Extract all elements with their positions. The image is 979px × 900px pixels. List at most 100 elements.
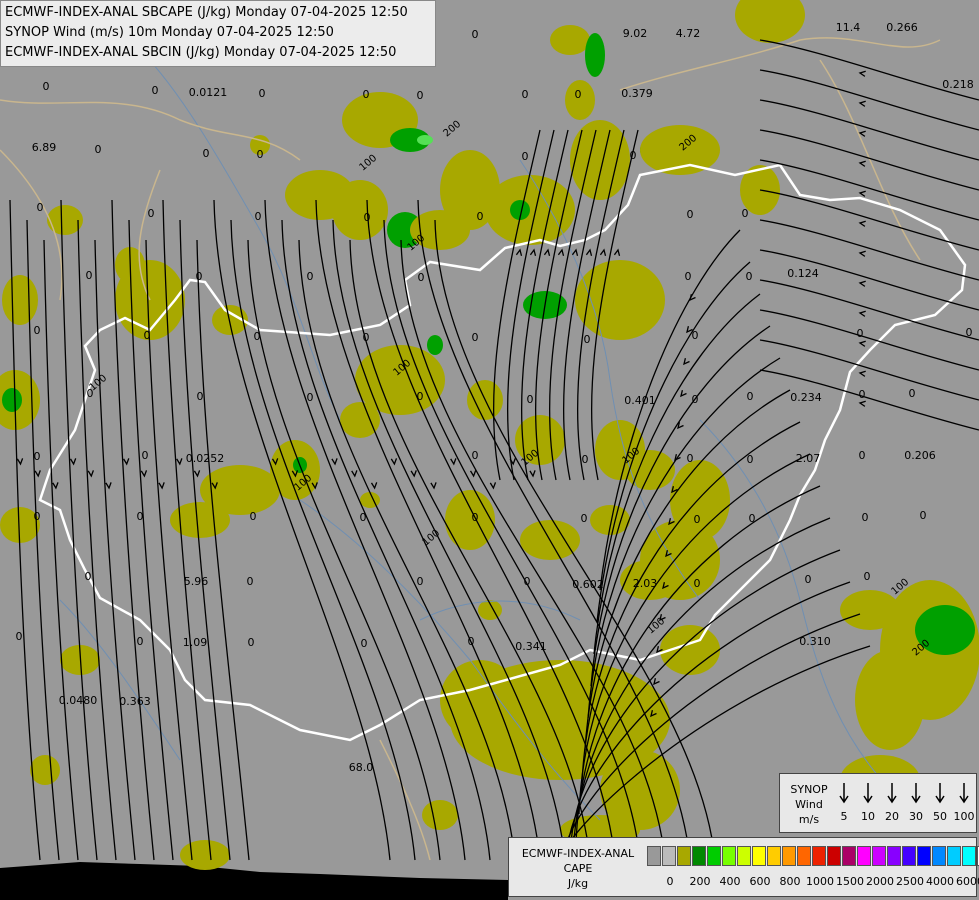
wind-legend: SYNOP Wind m/s 5 10 20 30 50 100 (779, 773, 977, 833)
cape-legend-ticks: 0 200 400 600 800 100015002000250040006000 (647, 875, 979, 889)
station-value: 0 (584, 333, 591, 346)
cape-legend-swatch (962, 846, 976, 866)
station-value: 0 (361, 637, 368, 650)
station-value: 0 (527, 393, 534, 406)
station-value: 0 (137, 635, 144, 648)
cape-legend-tick: 600 (749, 875, 771, 888)
station-value: 5.96 (184, 575, 209, 588)
wind-legend-value: 30 (909, 810, 923, 823)
cape-area (30, 755, 60, 785)
cape-legend-swatch (782, 846, 796, 866)
station-value: 0 (472, 449, 479, 462)
cape-area (585, 33, 605, 77)
cape-legend-tick: 200 (689, 875, 711, 888)
station-value: 11.4 (836, 21, 861, 34)
station-value: 0 (197, 390, 204, 403)
station-value: 0 (862, 511, 869, 524)
station-value: 0 (254, 330, 261, 343)
station-value: 6.89 (32, 141, 57, 154)
station-value: 0.124 (787, 267, 819, 280)
station-value: 0 (247, 575, 254, 588)
cape-legend-swatch (887, 846, 901, 866)
station-value: 0.602 (572, 578, 604, 591)
station-value: 0 (307, 391, 314, 404)
cape-legend-swatch (752, 846, 766, 866)
station-value: 0 (749, 512, 756, 525)
station-value: 0.401 (624, 394, 656, 407)
wind-legend-arrow (887, 783, 897, 804)
station-value: 0 (34, 324, 41, 337)
station-value: 0 (86, 269, 93, 282)
station-value: 0.0252 (186, 452, 225, 465)
station-value: 0 (152, 84, 159, 97)
wind-legend-arrow (959, 783, 969, 804)
station-value: 0 (144, 329, 151, 342)
station-value: 0 (524, 575, 531, 588)
cape-area (2, 275, 38, 325)
station-value: 0 (257, 148, 264, 161)
station-value: 0 (142, 449, 149, 462)
station-value: 0 (920, 509, 927, 522)
cape-legend-swatch (827, 846, 841, 866)
cape-legend-title: ECMWF-INDEX-ANAL CAPE J/kg (521, 847, 635, 890)
station-value: 0 (417, 89, 424, 102)
station-value: 0 (966, 326, 973, 339)
cape-area (570, 120, 630, 200)
cape-legend-swatch (767, 846, 781, 866)
station-value: 0 (909, 387, 916, 400)
station-value: 0.341 (515, 640, 547, 653)
cape-legend-swatch (842, 846, 856, 866)
cape-area (840, 590, 900, 630)
station-value: 0 (364, 211, 371, 224)
station-value: 4.72 (676, 27, 701, 40)
station-value: 0 (742, 207, 749, 220)
cape-area (332, 180, 388, 240)
cape-legend-swatch (692, 846, 706, 866)
cape-legend-tick: 6000 (956, 875, 979, 888)
cape-legend-swatch (722, 846, 736, 866)
station-value: 0 (575, 88, 582, 101)
station-value: 0.0121 (189, 86, 228, 99)
station-value: 0.363 (119, 695, 151, 708)
station-value: 0.379 (621, 87, 653, 100)
station-value: 0 (747, 453, 754, 466)
station-value: 0 (417, 390, 424, 403)
station-value: 68.0 (349, 761, 374, 774)
station-value: 0 (857, 327, 864, 340)
station-value: 0 (692, 329, 699, 342)
wind-legend-values: 5 10 20 30 50 100 (836, 810, 976, 824)
cape-area (360, 492, 380, 508)
cape-legend-tick: 1000 (806, 875, 834, 888)
station-value: 0 (472, 511, 479, 524)
cape-area (855, 650, 925, 750)
station-value: 0 (687, 208, 694, 221)
station-value: 0 (859, 388, 866, 401)
cape-legend-swatch (737, 846, 751, 866)
station-value: 0 (582, 453, 589, 466)
wind-legend-arrows (839, 783, 969, 804)
cape-area (575, 260, 665, 340)
cape-legend-swatch (932, 846, 946, 866)
cape-legend-swatches (647, 846, 979, 866)
header-line-cape: ECMWF-INDEX-ANAL SBCAPE (J/kg) Monday 07… (5, 5, 408, 20)
station-value: 1.09 (183, 636, 208, 649)
cape-legend-tick: 2000 (866, 875, 894, 888)
station-value: 0 (747, 390, 754, 403)
station-value: 0.0480 (59, 694, 98, 707)
station-value: 0 (468, 635, 475, 648)
station-value: 0 (687, 452, 694, 465)
cape-legend-swatch (647, 846, 661, 866)
station-value: 0 (137, 510, 144, 523)
cape-legend-tick: 0 (666, 875, 674, 888)
cape-area (340, 402, 380, 438)
station-value: 0 (16, 630, 23, 643)
cape-legend-swatch (677, 846, 691, 866)
station-value: 0 (630, 149, 637, 162)
wind-legend-title: SYNOP Wind m/s (790, 783, 828, 826)
station-value: 0 (95, 143, 102, 156)
cape-legend-swatch (902, 846, 916, 866)
station-value: 0 (472, 331, 479, 344)
cape-legend-swatch (707, 846, 721, 866)
wind-legend-value: 100 (953, 810, 975, 823)
station-value: 0.234 (790, 391, 822, 404)
